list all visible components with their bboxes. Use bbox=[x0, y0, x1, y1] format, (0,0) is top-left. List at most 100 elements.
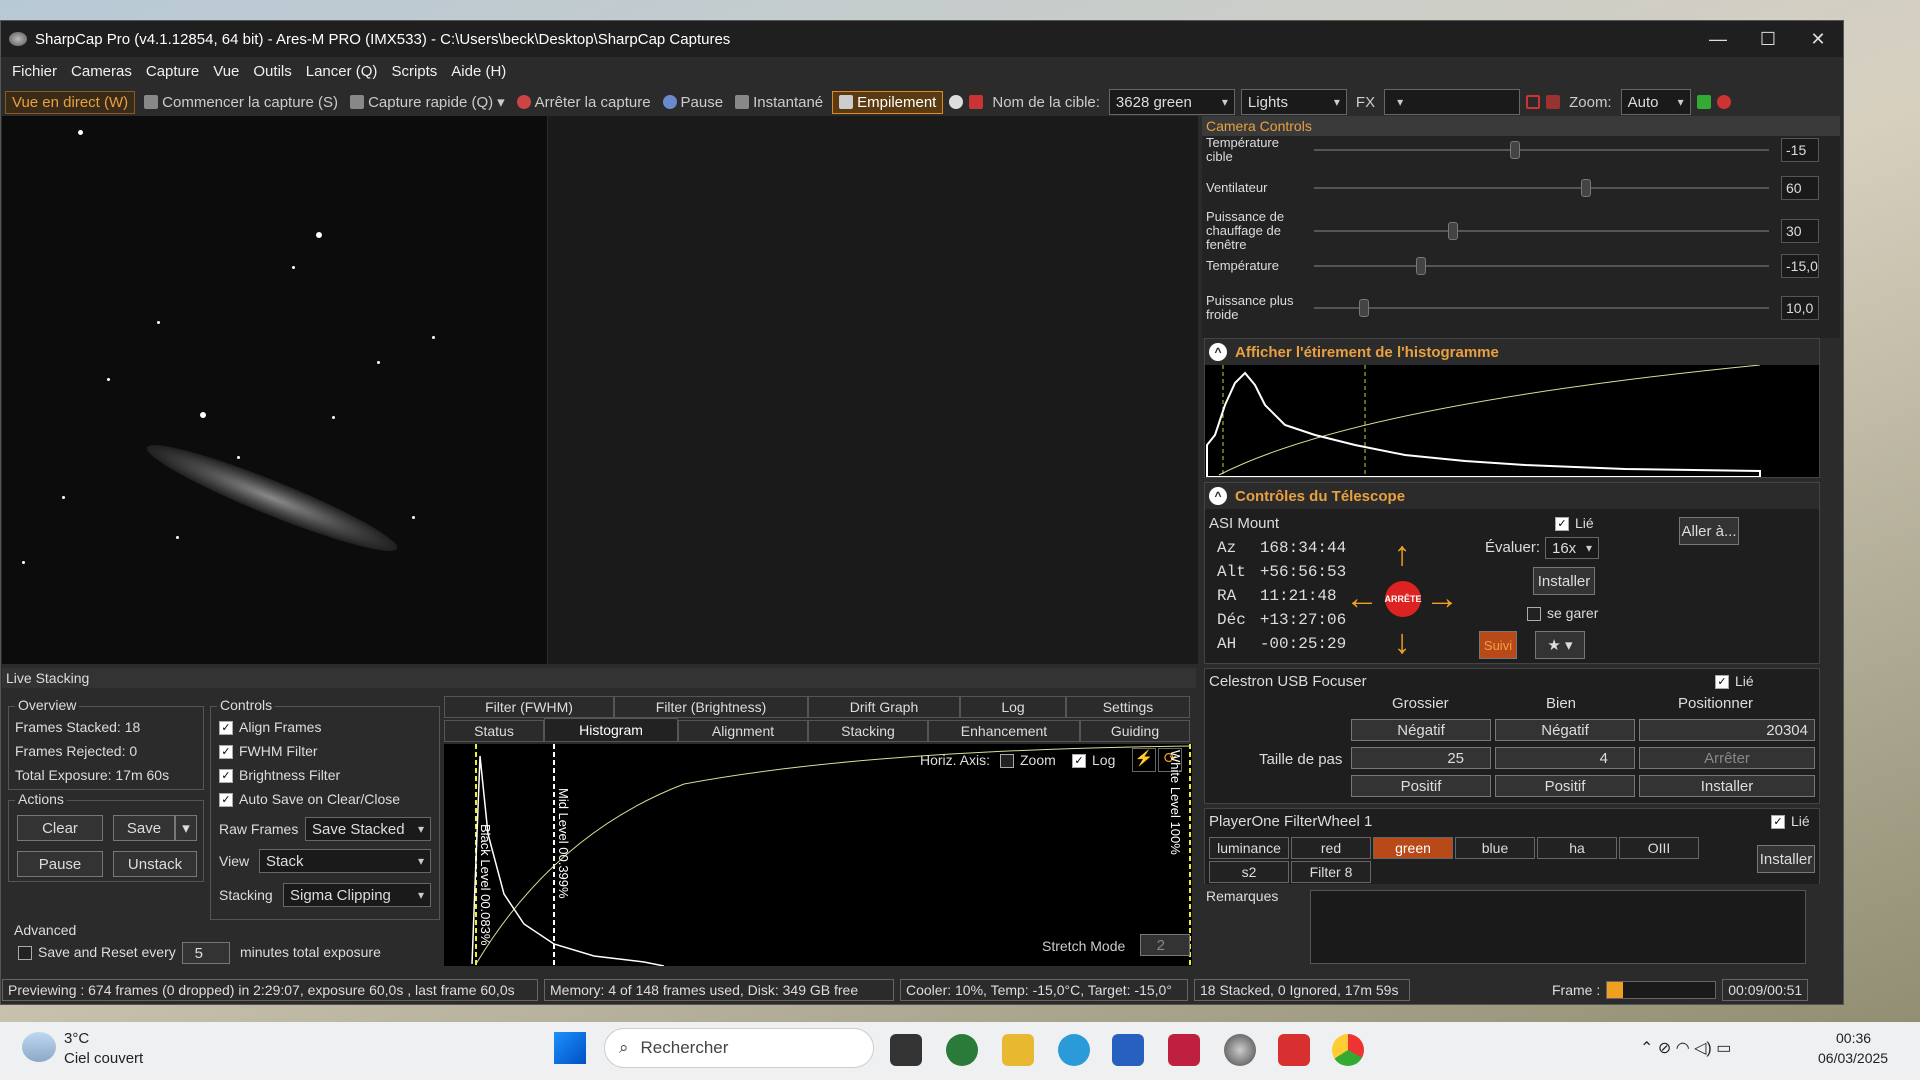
reticle-icon[interactable] bbox=[969, 95, 984, 109]
menu-outils[interactable]: Outils bbox=[253, 63, 291, 80]
view-combo[interactable]: Stack bbox=[259, 849, 431, 873]
slider-fan[interactable]: Ventilateur 60 bbox=[1206, 176, 1826, 200]
linked-checkbox[interactable]: ✓ bbox=[1771, 815, 1785, 830]
position-field[interactable]: 20304 bbox=[1639, 719, 1815, 741]
lightning-icon[interactable]: ⚡ bbox=[1132, 748, 1156, 772]
filter-red[interactable]: red bbox=[1291, 837, 1371, 859]
unstack-button[interactable]: Unstack bbox=[113, 851, 197, 877]
linked-checkbox[interactable]: ✓ bbox=[1715, 675, 1729, 690]
tab-stacking[interactable]: Stacking bbox=[808, 720, 928, 742]
zoom-option[interactable]: ✓ Zoom bbox=[1000, 752, 1056, 769]
menu-cameras[interactable]: Cameras bbox=[71, 63, 132, 80]
filterwheel-linked[interactable]: ✓ Lié bbox=[1771, 813, 1810, 830]
slider-value[interactable]: 10,0 bbox=[1781, 296, 1819, 320]
menu-aide[interactable]: Aide (H) bbox=[451, 63, 506, 80]
target-name-combo[interactable]: 3628 green bbox=[1108, 89, 1235, 115]
search-icon[interactable] bbox=[1716, 95, 1731, 109]
tab-filter-brightness[interactable]: Filter (Brightness) bbox=[614, 696, 808, 718]
star-menu-button[interactable]: ★ ▾ bbox=[1535, 631, 1585, 659]
anydesk-icon[interactable] bbox=[1278, 1034, 1310, 1066]
edge-icon[interactable] bbox=[1058, 1034, 1090, 1066]
live-view-button[interactable]: Vue en direct (W) bbox=[5, 90, 136, 114]
slider-knob[interactable] bbox=[1358, 299, 1369, 317]
slider-cooler-power[interactable]: Puissance plus froide 10,0 bbox=[1206, 294, 1826, 322]
menu-vue[interactable]: Vue bbox=[213, 63, 239, 80]
park-option[interactable]: ✓ se garer bbox=[1527, 605, 1598, 622]
filterwheel-install-button[interactable]: Installer bbox=[1757, 845, 1815, 873]
goto-button[interactable]: Aller à... bbox=[1679, 517, 1739, 545]
minimize-icon[interactable]: — bbox=[1693, 29, 1743, 50]
weather-icon[interactable] bbox=[22, 1032, 56, 1062]
filter-green[interactable]: green bbox=[1373, 837, 1453, 859]
coarse-negative-button[interactable]: Négatif bbox=[1351, 719, 1491, 741]
filter-oiii[interactable]: OIII bbox=[1619, 837, 1699, 859]
square-icon[interactable] bbox=[1526, 95, 1541, 109]
clear-button[interactable]: Clear bbox=[17, 815, 103, 841]
menu-capture[interactable]: Capture bbox=[146, 63, 199, 80]
save-button[interactable]: Save bbox=[113, 815, 175, 841]
menu-scripts[interactable]: Scripts bbox=[391, 63, 437, 80]
frame-type-combo[interactable]: Lights bbox=[1240, 89, 1347, 115]
focuser-install-button[interactable]: Installer bbox=[1639, 775, 1815, 797]
image-preview[interactable] bbox=[2, 116, 547, 664]
save-reset-stepper[interactable]: 5 bbox=[182, 942, 230, 964]
zoom-combo[interactable]: Auto bbox=[1620, 89, 1691, 115]
align-checkbox[interactable]: ✓ bbox=[219, 721, 233, 736]
filter-blue[interactable]: blue bbox=[1455, 837, 1535, 859]
linked-checkbox[interactable]: ✓ bbox=[1555, 517, 1569, 532]
taskbar-search[interactable]: ⌕ Rechercher bbox=[604, 1028, 874, 1068]
windows-start-icon[interactable] bbox=[554, 1032, 586, 1064]
autosave-checkbox[interactable]: ✓ bbox=[219, 793, 233, 808]
grid-icon[interactable] bbox=[1546, 95, 1561, 109]
app-icon-green[interactable] bbox=[946, 1034, 978, 1066]
maximize-icon[interactable]: ☐ bbox=[1743, 29, 1793, 50]
histogram-stretch-plot[interactable] bbox=[1205, 365, 1819, 477]
fine-negative-button[interactable]: Négatif bbox=[1495, 719, 1635, 741]
slider-temperature[interactable]: Température -15,0 bbox=[1206, 254, 1826, 278]
store-icon[interactable] bbox=[1112, 1034, 1144, 1066]
tab-enhancement[interactable]: Enhancement bbox=[928, 720, 1080, 742]
remarks-textarea[interactable] bbox=[1310, 890, 1806, 964]
stretch-mode-stepper[interactable]: 2 bbox=[1140, 934, 1190, 956]
stack-pause-button[interactable]: Pause bbox=[17, 851, 103, 877]
slider-value[interactable]: -15 bbox=[1781, 138, 1819, 162]
stacking-button[interactable]: Empilement bbox=[832, 90, 944, 114]
folder-icon[interactable] bbox=[1002, 1034, 1034, 1066]
close-icon[interactable]: ✕ bbox=[1793, 29, 1843, 50]
slider-knob[interactable] bbox=[1416, 257, 1427, 275]
slider-window-heater[interactable]: Puissance de chauffage de fenêtre 30 bbox=[1206, 210, 1826, 252]
brightness-checkbox[interactable]: ✓ bbox=[219, 769, 233, 784]
slider-target-temp[interactable]: Température cible -15 bbox=[1206, 136, 1826, 164]
coarse-positive-button[interactable]: Positif bbox=[1351, 775, 1491, 797]
stack-histogram-area[interactable]: Horiz. Axis: ✓Zoom ✓Log ⚡ ⟳ Black Level … bbox=[444, 744, 1192, 966]
tab-histogram[interactable]: Histogram bbox=[544, 718, 678, 742]
tab-drift-graph[interactable]: Drift Graph bbox=[808, 696, 960, 718]
focuser-linked[interactable]: ✓ Lié bbox=[1715, 673, 1754, 690]
stacking-combo[interactable]: Sigma Clipping bbox=[283, 883, 431, 907]
brightness-filter-option[interactable]: ✓ Brightness Filter bbox=[219, 767, 340, 784]
park-checkbox[interactable]: ✓ bbox=[1527, 607, 1541, 622]
tab-guiding[interactable]: Guiding bbox=[1080, 720, 1190, 742]
log-option[interactable]: ✓ Log bbox=[1072, 752, 1115, 769]
quick-capture-button[interactable]: Capture rapide (Q) ▾ bbox=[347, 91, 508, 113]
collapse-icon[interactable]: ^ bbox=[1209, 487, 1227, 505]
filter-8[interactable]: Filter 8 bbox=[1291, 861, 1371, 883]
fx-combo[interactable] bbox=[1384, 89, 1521, 115]
telescope-linked[interactable]: ✓ Lié bbox=[1555, 515, 1594, 532]
tab-alignment[interactable]: Alignment bbox=[678, 720, 808, 742]
filter-luminance[interactable]: luminance bbox=[1209, 837, 1289, 859]
left-arrow-icon[interactable]: ← bbox=[1343, 579, 1381, 617]
slider-knob[interactable] bbox=[1447, 222, 1458, 240]
up-arrow-icon[interactable]: ↑ bbox=[1383, 535, 1421, 573]
collapse-icon[interactable]: ^ bbox=[1209, 343, 1227, 361]
tab-filter-fwhm[interactable]: Filter (FWHM) bbox=[444, 696, 614, 718]
menu-fichier[interactable]: Fichier bbox=[12, 63, 57, 80]
focuser-stop-button[interactable]: Arrêter bbox=[1639, 747, 1815, 769]
slider-knob[interactable] bbox=[1509, 141, 1520, 159]
app-icon-red[interactable] bbox=[1168, 1034, 1200, 1066]
tab-log[interactable]: Log bbox=[960, 696, 1066, 718]
down-arrow-icon[interactable]: ↓ bbox=[1383, 623, 1421, 661]
start-capture-button[interactable]: Commencer la capture (S) bbox=[141, 92, 341, 113]
stop-slew-button[interactable]: ARRÊTE bbox=[1385, 581, 1422, 617]
sphere-icon[interactable] bbox=[949, 95, 964, 109]
